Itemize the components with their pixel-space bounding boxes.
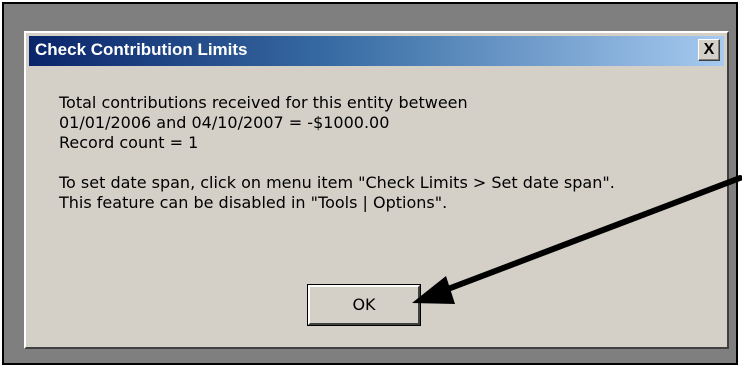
close-button[interactable]: X <box>698 39 720 61</box>
message-line: Total contributions received for this en… <box>59 93 468 112</box>
dialog-message: Total contributions received for this en… <box>59 93 615 213</box>
message-line: To set date span, click on menu item "Ch… <box>59 173 615 192</box>
ok-button[interactable]: OK <box>307 284 421 326</box>
dialog-titlebar[interactable]: Check Contribution Limits X <box>29 36 724 66</box>
message-line: This feature can be disabled in "Tools |… <box>59 193 448 212</box>
close-icon: X <box>703 41 715 58</box>
message-line: 01/01/2006 and 04/10/2007 = -$1000.00 <box>59 113 390 132</box>
check-contribution-limits-dialog: Check Contribution Limits X Total contri… <box>24 31 729 349</box>
message-line: Record count = 1 <box>59 133 199 152</box>
dialog-title: Check Contribution Limits <box>35 40 248 59</box>
